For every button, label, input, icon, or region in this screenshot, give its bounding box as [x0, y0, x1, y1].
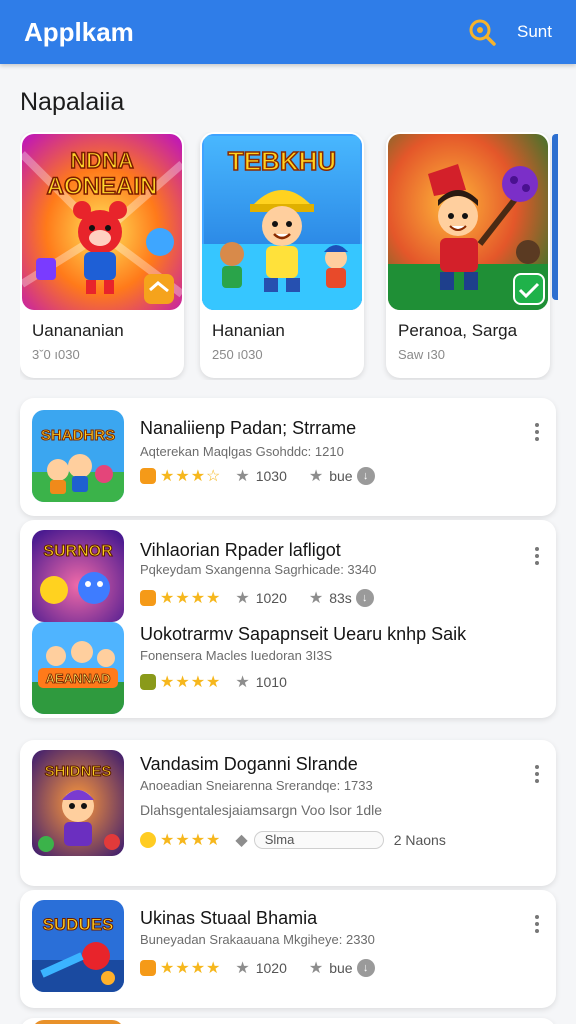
- chat-icon: [140, 960, 156, 976]
- app-meta: ★★★★ ★ 1020 ★ 83s ↓: [140, 588, 374, 608]
- app-bar: Applkam Sunt: [0, 0, 576, 64]
- app-tag: bue: [329, 468, 353, 484]
- app-list-card: SHADHRS Nanaliienp Padan; Strrame Aqtere…: [20, 398, 556, 516]
- svg-text:SUDUES: SUDUES: [43, 915, 114, 934]
- featured-card[interactable]: NDNA AONEAIN Uanananian 3ˇ0 ı030: [20, 132, 184, 378]
- featured-meta: 3ˇ0 ı030: [32, 347, 80, 362]
- app-list-card: SHIDNES Vandasim Doganni Slrande Anoeadi…: [20, 740, 556, 886]
- installs-count: 2 Naons: [393, 832, 446, 848]
- app-list-card: SUDUES Ukinas Stuaal Bhamia Buneyadan Sr…: [20, 890, 556, 1008]
- featured-art: TEBKHU: [202, 134, 362, 310]
- app-meta: ★★★☆ ★ 1030 ★ bue ↓: [140, 466, 375, 486]
- app-thumbnail: [32, 1020, 124, 1024]
- svg-text:TEBKHU: TEBKHU: [228, 146, 336, 176]
- app-description: Dlahsgentalesjaiamsargn Voo lsor 1dle: [140, 802, 383, 818]
- calendar-icon: [140, 674, 156, 690]
- app-thumbnail: AEANNAD: [32, 622, 124, 714]
- featured-card[interactable]: Peranoa, Sarga Saw ı30: [386, 132, 550, 378]
- star-icon: ★: [308, 590, 324, 607]
- app-thumbnail: SUDUES: [32, 900, 124, 992]
- app-subtitle: Fonensera Macles Iuedoran 3I3S: [140, 648, 333, 663]
- app-title: Ukinas Stuaal Bhamia: [140, 908, 318, 928]
- app-meta: ★★★★ ★ 1010: [140, 672, 309, 692]
- svg-text:AONEAIN: AONEAIN: [47, 173, 158, 200]
- download-icon: ↓: [356, 959, 375, 977]
- star-rating: ★★★★: [160, 674, 222, 691]
- app-subtitle: Pqkeydam Sxangenna Sagrhicade: 3340: [140, 562, 377, 577]
- rating-count: 1020: [255, 590, 287, 606]
- app-thumbnail: SHADHRS: [32, 410, 124, 502]
- app-subtitle: Anoeadian Sneiarenna Srerandqe: 1733: [140, 778, 373, 793]
- coin-icon: [140, 832, 156, 848]
- app-list-card: SURNOR Vihlaorian Rpader lafligot Pqkeyd…: [20, 520, 556, 718]
- tag-icon: ◆: [235, 832, 248, 849]
- app-title: Uokotrarmv Sapapnseit Uearu knhp Saik: [140, 624, 467, 644]
- star-icon: ★: [235, 590, 250, 607]
- star-rating: ★★★★: [160, 832, 222, 849]
- featured-art: [388, 134, 548, 310]
- app-title: Applkam: [24, 16, 134, 47]
- star-icon: ★: [235, 468, 250, 485]
- star-icon: ★: [235, 674, 250, 691]
- app-title: Nanaliienp Padan; Strrame: [140, 418, 357, 438]
- more-options-icon[interactable]: [534, 912, 540, 936]
- svg-text:SHADHRS: SHADHRS: [41, 427, 115, 444]
- more-options-icon[interactable]: [534, 762, 540, 786]
- app-subtitle: Aqterekan Maqlgas Gsohddc: 1210: [140, 444, 344, 459]
- more-options-icon[interactable]: [534, 420, 540, 444]
- rating-count: 1030: [255, 468, 287, 484]
- chat-icon: [140, 468, 156, 484]
- rating-count: 1020: [255, 960, 287, 976]
- featured-card-peek[interactable]: [552, 134, 558, 300]
- app-tag: 83s: [329, 590, 352, 606]
- app-subtitle: Buneyadan Srakaauana Mkgiheye: 2330: [140, 932, 375, 947]
- featured-card[interactable]: TEBKHU Hananian 250 ı030: [200, 132, 364, 378]
- star-rating: ★★★☆: [160, 468, 222, 485]
- featured-carousel[interactable]: NDNA AONEAIN Uanananian 3ˇ0 ı030 TEBKHU …: [20, 132, 576, 380]
- app-meta: ★★★★ ★ 1020 ★ bue ↓: [140, 958, 375, 978]
- section-title: Napalaiia: [20, 88, 125, 116]
- app-tag: bue: [329, 960, 353, 976]
- app-thumbnail: SHIDNES: [32, 750, 124, 856]
- download-icon: ↓: [355, 589, 374, 607]
- featured-name: Hananian: [212, 321, 285, 340]
- chat-icon: [140, 590, 156, 606]
- search-icon[interactable]: [467, 17, 497, 47]
- star-icon: ★: [308, 960, 324, 977]
- app-thumbnail: SURNOR: [32, 530, 124, 622]
- appbar-action-button[interactable]: Sunt: [517, 22, 552, 42]
- svg-text:SHIDNES: SHIDNES: [45, 763, 112, 780]
- svg-text:SURNOR: SURNOR: [43, 543, 113, 560]
- featured-meta: Saw ı30: [398, 347, 445, 362]
- svg-text:AEANNAD: AEANNAD: [46, 671, 111, 686]
- star-icon: ★: [308, 468, 324, 485]
- app-title: Vandasim Doganni Slrande: [140, 754, 358, 774]
- svg-text:NDNA: NDNA: [70, 148, 134, 173]
- featured-name: Peranoa, Sarga: [398, 321, 518, 340]
- more-options-icon[interactable]: [534, 544, 540, 568]
- featured-name: Uanananian: [32, 321, 124, 340]
- star-icon: ★: [235, 960, 250, 977]
- download-icon: ↓: [356, 467, 375, 485]
- install-progress: Slma: [253, 831, 384, 849]
- featured-art: NDNA AONEAIN: [22, 134, 182, 310]
- app-title: Vihlaorian Rpader lafligot: [140, 540, 341, 560]
- star-rating: ★★★★: [160, 590, 222, 607]
- app-meta: ★★★★ ◆ Slma 2 Naons: [140, 830, 446, 850]
- rating-count: 1010: [255, 674, 287, 690]
- app-list-card-partial: [20, 1018, 556, 1024]
- star-rating: ★★★★: [160, 960, 222, 977]
- featured-meta: 250 ı030: [212, 347, 263, 362]
